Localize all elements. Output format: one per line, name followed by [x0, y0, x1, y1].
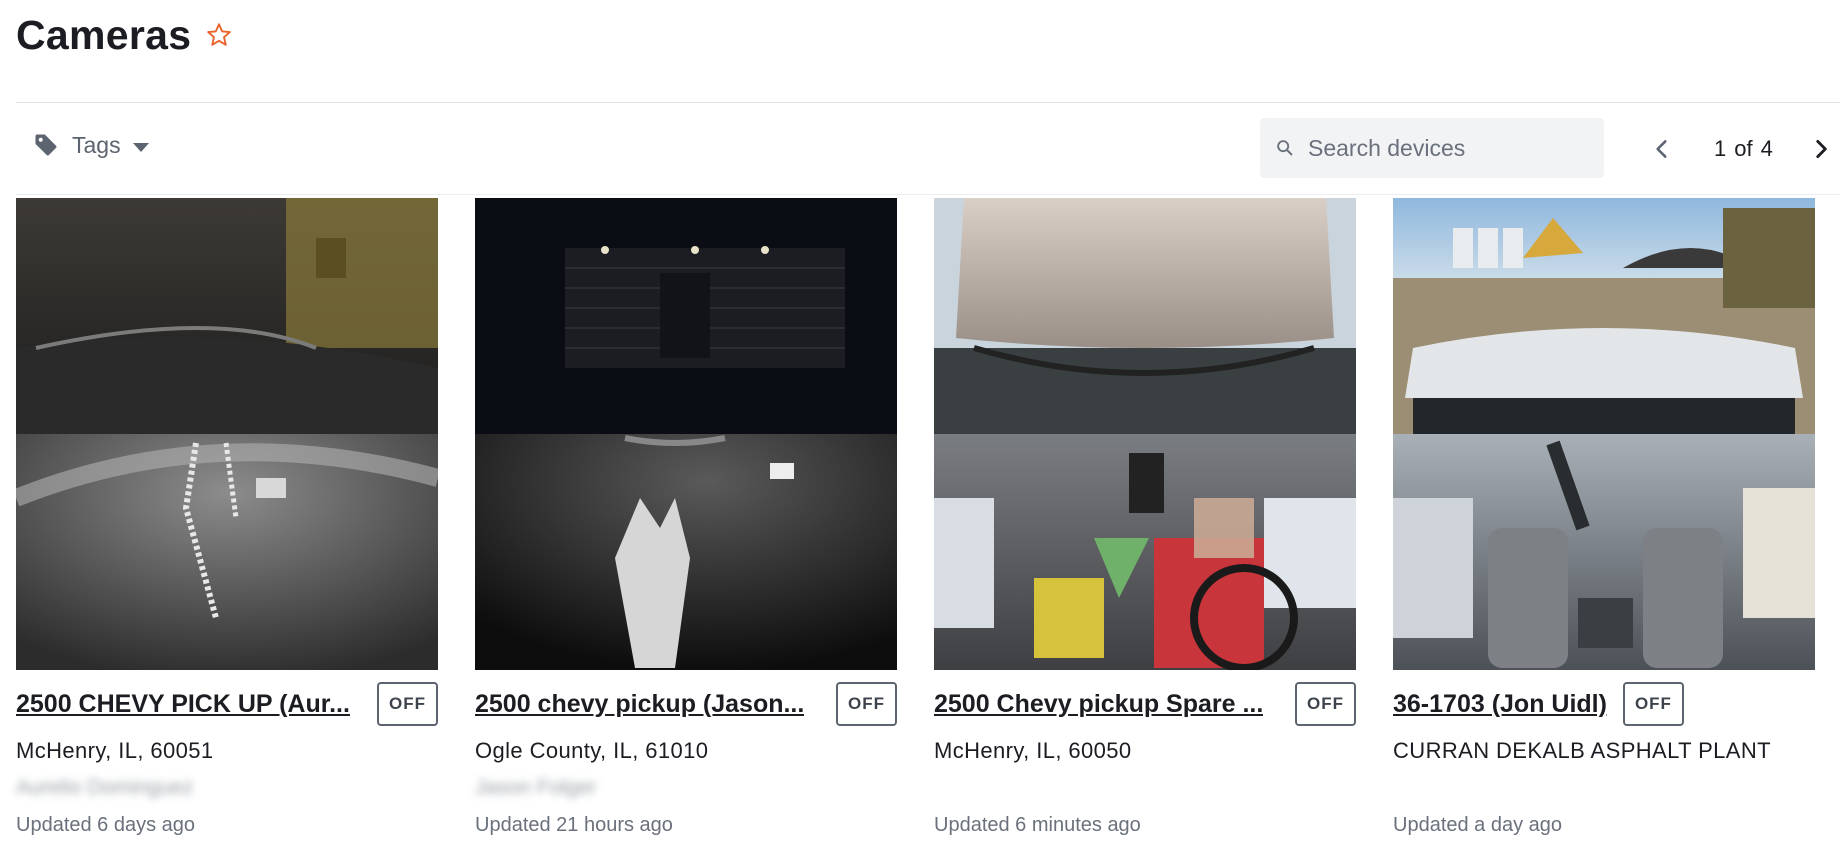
- last-updated: Updated 21 hours ago: [475, 814, 673, 836]
- toolbar: Tags 1 of 4: [16, 103, 1840, 195]
- device-name-link[interactable]: 2500 Chevy pickup Spare ...: [934, 690, 1263, 719]
- camera-card: 2500 chevy pickup (Jason... OFF Ogle Cou…: [475, 198, 897, 837]
- caret-down-icon: [132, 140, 149, 152]
- page-indicator: 1 of 4: [1714, 136, 1773, 162]
- card-title-row: 2500 chevy pickup (Jason... OFF: [475, 682, 897, 726]
- device-name-link[interactable]: 2500 chevy pickup (Jason...: [475, 690, 804, 719]
- pagination: 1 of 4: [1644, 121, 1839, 177]
- total-pages: 4: [1760, 136, 1773, 161]
- card-title-row: 2500 CHEVY PICK UP (Aur... OFF: [16, 682, 438, 726]
- chevron-right-icon[interactable]: [1803, 131, 1839, 167]
- last-updated: Updated 6 days ago: [16, 814, 196, 836]
- current-page: 1: [1714, 136, 1727, 161]
- device-location: CURRAN DEKALB ASPHALT PLANT: [1393, 738, 1771, 763]
- chevron-left-icon[interactable]: [1644, 131, 1680, 167]
- camera-grid: 2500 CHEVY PICK UP (Aur... OFF McHenry, …: [16, 198, 1822, 837]
- device-name-link[interactable]: 36-1703 (Jon Uidl): [1393, 690, 1607, 719]
- device-location: Ogle County, IL, 61010: [475, 738, 709, 763]
- driver-name: Jason Folger: [475, 776, 597, 799]
- tags-filter-label: Tags: [72, 131, 121, 158]
- search-input[interactable]: [1308, 134, 1588, 162]
- status-badge: OFF: [836, 682, 897, 726]
- status-badge: OFF: [1622, 682, 1684, 726]
- device-name-link[interactable]: 2500 CHEVY PICK UP (Aur...: [16, 690, 350, 719]
- star-outline-icon[interactable]: [205, 21, 233, 49]
- camera-thumbnail[interactable]: [475, 198, 897, 670]
- camera-card: 2500 Chevy pickup Spare ... OFF McHenry,…: [934, 198, 1356, 837]
- last-updated: Updated a day ago: [1393, 814, 1563, 836]
- status-badge: OFF: [1295, 682, 1356, 726]
- last-updated: Updated 6 minutes ago: [934, 814, 1141, 836]
- status-badge: OFF: [377, 682, 438, 726]
- page-of-label: of: [1734, 136, 1753, 161]
- tags-filter-dropdown[interactable]: Tags: [32, 131, 149, 159]
- driver-name: [1393, 776, 1815, 800]
- card-title-row: 2500 Chevy pickup Spare ... OFF: [934, 682, 1356, 726]
- search-box: [1260, 118, 1604, 178]
- device-location: McHenry, IL, 60050: [934, 738, 1132, 763]
- page-title: Cameras: [16, 11, 192, 58]
- camera-thumbnail[interactable]: [16, 198, 438, 670]
- search-icon: [1274, 137, 1296, 159]
- camera-card: 2500 CHEVY PICK UP (Aur... OFF McHenry, …: [16, 198, 438, 837]
- camera-thumbnail[interactable]: [934, 198, 1356, 670]
- device-location: McHenry, IL, 60051: [16, 738, 214, 763]
- driver-name: [934, 776, 1356, 800]
- camera-thumbnail[interactable]: [1393, 198, 1815, 670]
- driver-name: Aurelio Dominguez: [16, 776, 194, 799]
- card-title-row: 36-1703 (Jon Uidl) OFF: [1393, 682, 1815, 726]
- camera-card: 36-1703 (Jon Uidl) OFF CURRAN DEKALB ASP…: [1393, 198, 1815, 837]
- tag-icon: [32, 131, 60, 159]
- page-header: Cameras: [16, 10, 233, 60]
